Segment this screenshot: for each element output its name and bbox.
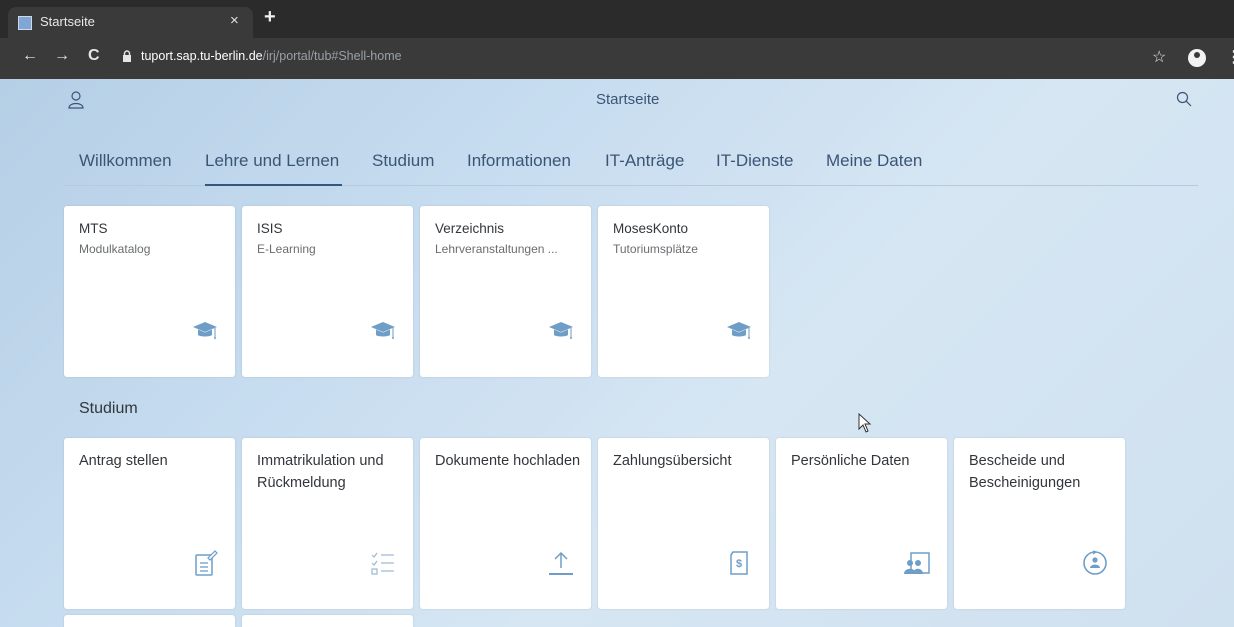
tile-title: ISIS xyxy=(257,221,283,236)
graduation-cap-icon xyxy=(371,322,395,339)
browser-tab[interactable]: Startseite × xyxy=(8,7,253,38)
tile-dokumente-hochladen[interactable]: Dokumente hochladen xyxy=(420,438,591,609)
url-path: /irj/portal/tub#Shell-home xyxy=(262,49,402,63)
svg-text:$: $ xyxy=(736,558,742,570)
payment-document-icon: $ xyxy=(730,551,748,575)
graduation-cap-icon xyxy=(549,322,573,339)
browser-tab-title: Startseite xyxy=(40,14,95,29)
tile-title: Verzeichnis xyxy=(435,221,505,236)
tile-title: MTS xyxy=(79,221,108,236)
form-edit-icon xyxy=(195,550,218,576)
tab-it-dienste[interactable]: IT-Dienste xyxy=(716,151,793,171)
user-icon[interactable] xyxy=(68,91,84,109)
reload-button[interactable]: C xyxy=(88,47,100,65)
tile-antrag-stellen[interactable]: Antrag stellen xyxy=(64,438,235,609)
url-domain: tuport.sap.tu-berlin.de xyxy=(141,49,263,63)
section-title-studium: Studium xyxy=(79,400,138,417)
tile-partial[interactable] xyxy=(242,615,413,627)
profile-avatar-icon[interactable] xyxy=(1188,49,1206,67)
bookmark-star-icon[interactable]: ☆ xyxy=(1152,47,1166,67)
tile-title: Persönliche Daten xyxy=(791,453,910,469)
tile-title: Zahlungsübersicht xyxy=(613,453,732,469)
tile-verzeichnis[interactable]: Verzeichnis Lehrveranstaltungen ... xyxy=(420,206,591,377)
tile-subtitle: Lehrveranstaltungen ... xyxy=(435,242,558,256)
tile-title: Bescheide und Bescheinigungen xyxy=(969,453,1081,491)
active-tab-indicator xyxy=(205,184,342,186)
tile-subtitle: Tutoriumsplätze xyxy=(613,242,698,256)
tile-mts[interactable]: MTS Modulkatalog xyxy=(64,206,235,377)
close-tab-icon[interactable]: × xyxy=(230,12,239,29)
tab-willkommen[interactable]: Willkommen xyxy=(79,151,172,171)
tile-title: Immatrikulation und Rückmeldung xyxy=(257,453,384,491)
tile-moseskonto[interactable]: MosesKonto Tutoriumsplätze xyxy=(598,206,769,377)
favicon-icon xyxy=(18,16,32,30)
tile-title: MosesKonto xyxy=(613,221,689,236)
tile-partial[interactable] xyxy=(64,615,235,627)
graduation-cap-icon xyxy=(193,322,217,339)
search-icon[interactable] xyxy=(1176,91,1192,107)
tile-title: Dokumente hochladen xyxy=(435,453,581,469)
browser-menu-icon[interactable]: ⋮ xyxy=(1226,47,1234,67)
tab-studium[interactable]: Studium xyxy=(372,151,434,171)
tile-zahlungsuebersicht[interactable]: Zahlungsübersicht $ xyxy=(598,438,769,609)
anchor-navigation-bar: Willkommen Lehre und Lernen Studium Info… xyxy=(64,151,1198,186)
tab-informationen[interactable]: Informationen xyxy=(467,151,571,171)
mouse-cursor-icon xyxy=(858,413,872,433)
tile-bescheide[interactable]: Bescheide und Bescheinigungen xyxy=(954,438,1125,609)
tile-subtitle: Modulkatalog xyxy=(79,242,151,256)
tab-it-antraege[interactable]: IT-Anträge xyxy=(605,151,684,171)
tile-persoenliche-daten[interactable]: Persönliche Daten xyxy=(776,438,947,609)
browser-tab-bar: Startseite × + xyxy=(0,0,1234,38)
launchpad-page: Startseite Willkommen Lehre und Lernen S… xyxy=(0,79,1234,627)
tab-meine-daten[interactable]: Meine Daten xyxy=(826,151,922,171)
back-button[interactable]: ← xyxy=(22,47,38,65)
forward-button[interactable]: → xyxy=(54,47,70,65)
tile-subtitle: E-Learning xyxy=(257,242,316,256)
tile-title: Antrag stellen xyxy=(79,453,168,469)
upload-icon xyxy=(549,551,573,575)
tile-isis[interactable]: ISIS E-Learning xyxy=(242,206,413,377)
shell-title: Startseite xyxy=(596,91,660,108)
new-tab-button[interactable]: + xyxy=(264,6,276,29)
tab-lehre-und-lernen[interactable]: Lehre und Lernen xyxy=(205,151,339,171)
user-cycle-icon xyxy=(1083,550,1107,575)
address-bar[interactable]: tuport.sap.tu-berlin.de/irj/portal/tub#S… xyxy=(141,49,402,63)
tile-immatrikulation[interactable]: Immatrikulation und Rückmeldung xyxy=(242,438,413,609)
checklist-icon xyxy=(371,552,394,575)
lock-icon xyxy=(122,50,132,65)
graduation-cap-icon xyxy=(727,322,751,339)
browser-toolbar: ← → C tuport.sap.tu-berlin.de/irj/portal… xyxy=(0,38,1234,79)
employee-data-icon xyxy=(904,552,930,574)
